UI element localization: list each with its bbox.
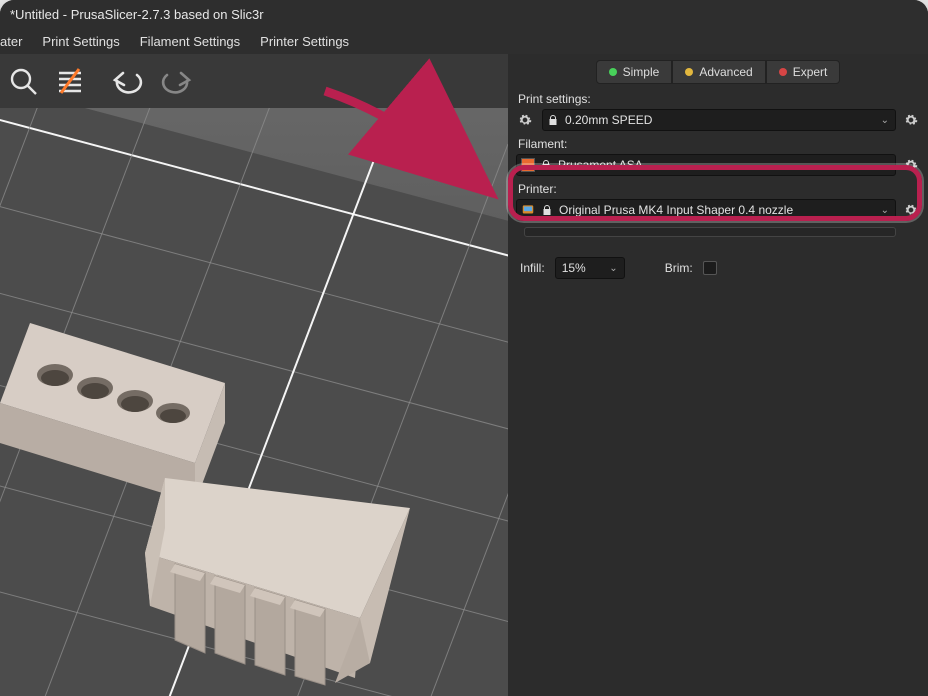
menu-filament-settings[interactable]: Filament Settings [130,30,250,53]
app-window: *Untitled - PrusaSlicer-2.7.3 based on S… [0,0,928,696]
undo-button[interactable] [106,58,152,104]
lock-icon [541,204,553,216]
viewport-panel [0,54,508,696]
layers-button[interactable] [46,58,92,104]
dot-icon [779,68,787,76]
dot-icon [685,68,693,76]
print-settings-select[interactable]: 0.20mm SPEED ⌄ [542,109,896,131]
lock-icon [547,114,559,126]
3d-viewport[interactable] [0,54,508,696]
mode-expert[interactable]: Expert [766,60,841,84]
viewport-toolbar [0,54,508,108]
brim-label: Brim: [665,261,693,275]
menu-plater[interactable]: ater [0,30,32,53]
mode-advanced[interactable]: Advanced [672,60,765,84]
printer-select[interactable]: Original Prusa MK4 Input Shaper 0.4 nozz… [516,199,896,221]
mode-expert-label: Expert [793,65,828,79]
filament-label: Filament: [518,137,918,151]
filament-select[interactable]: Prusament ASA ⌄ [516,154,896,176]
zoom-button[interactable] [0,58,46,104]
chevron-down-icon: ⌄ [881,115,889,126]
menubar: ater Print Settings Filament Settings Pr… [0,28,928,54]
chevron-down-icon: ⌄ [609,263,617,274]
printer-sub-panel [524,227,896,237]
printer-gear[interactable] [902,199,920,221]
print-settings-value: 0.20mm SPEED [565,113,652,127]
mode-advanced-label: Advanced [699,65,752,79]
lock-icon [540,159,552,171]
filament-gear[interactable] [902,154,920,176]
print-settings-gear[interactable] [902,109,920,131]
redo-button[interactable] [152,58,198,104]
printer-label: Printer: [518,182,918,196]
infill-brim-row: Infill: 15% ⌄ Brim: [516,257,920,279]
printer-icon [521,203,535,217]
chevron-down-icon: ⌄ [881,205,889,216]
infill-label: Infill: [520,261,545,275]
filament-value: Prusament ASA [558,158,643,172]
infill-value: 15% [562,261,586,275]
window-title: *Untitled - PrusaSlicer-2.7.3 based on S… [10,7,264,22]
filament-color-swatch[interactable] [521,158,535,172]
menu-printer-settings[interactable]: Printer Settings [250,30,359,53]
mode-switcher: Simple Advanced Expert [516,60,920,84]
chevron-down-icon: ⌄ [881,160,889,171]
brim-checkbox[interactable] [703,261,717,275]
mode-simple[interactable]: Simple [596,60,673,84]
print-settings-label: Print settings: [518,92,918,106]
print-settings-gear-left[interactable] [516,109,534,131]
sidebar-panel: Simple Advanced Expert Print settings: [508,54,928,696]
printer-value: Original Prusa MK4 Input Shaper 0.4 nozz… [559,203,793,217]
infill-select[interactable]: 15% ⌄ [555,257,625,279]
dot-icon [609,68,617,76]
mode-simple-label: Simple [623,65,660,79]
titlebar: *Untitled - PrusaSlicer-2.7.3 based on S… [0,0,928,28]
main-split: Simple Advanced Expert Print settings: [0,54,928,696]
menu-print-settings[interactable]: Print Settings [32,30,129,53]
